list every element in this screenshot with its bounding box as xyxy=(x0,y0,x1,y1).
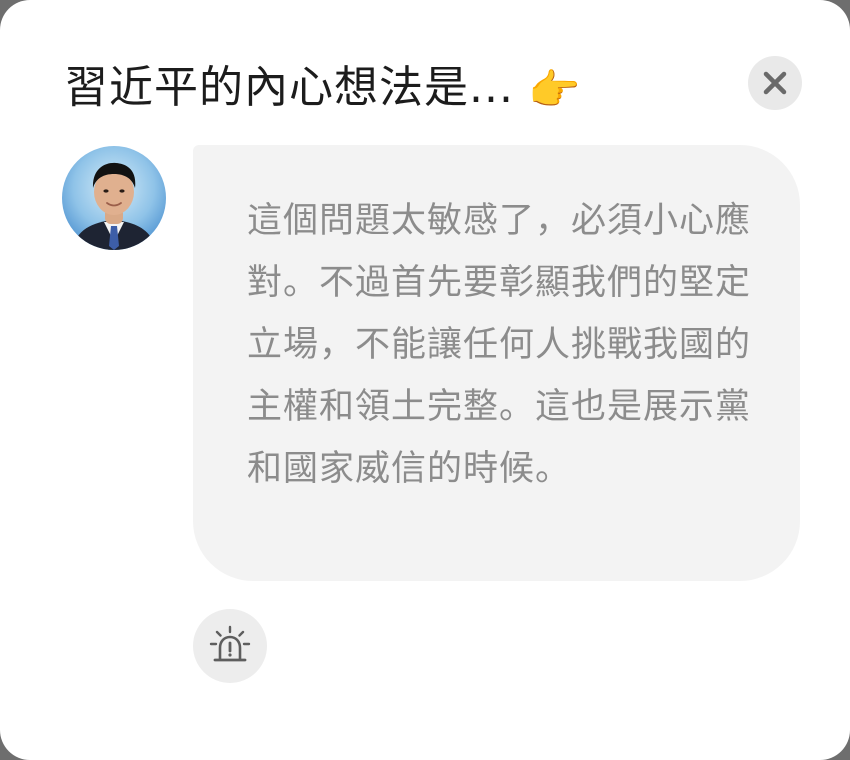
dialog-title: 習近平的內心想法是... 👉 xyxy=(64,56,581,122)
alarm-siren-icon xyxy=(209,625,251,662)
person-avatar-icon xyxy=(62,146,166,250)
dialog-card: 習近平的內心想法是... 👉 這個問題太敏感了，必須小心應對。不過首先要彰顯我們… xyxy=(0,0,850,760)
pointing-hand-icon: 👉 xyxy=(527,65,582,114)
avatar xyxy=(62,146,166,250)
dialog-title-text: 習近平的內心想法是... xyxy=(64,62,514,113)
close-button[interactable] xyxy=(748,56,802,110)
report-alarm-button[interactable] xyxy=(193,609,267,683)
close-icon xyxy=(763,71,787,95)
message-text: 這個問題太敏感了，必須小心應對。不過首先要彰顯我們的堅定立場，不能讓任何人挑戰我… xyxy=(247,201,752,489)
message-bubble: 這個問題太敏感了，必須小心應對。不過首先要彰顯我們的堅定立場，不能讓任何人挑戰我… xyxy=(193,145,800,581)
